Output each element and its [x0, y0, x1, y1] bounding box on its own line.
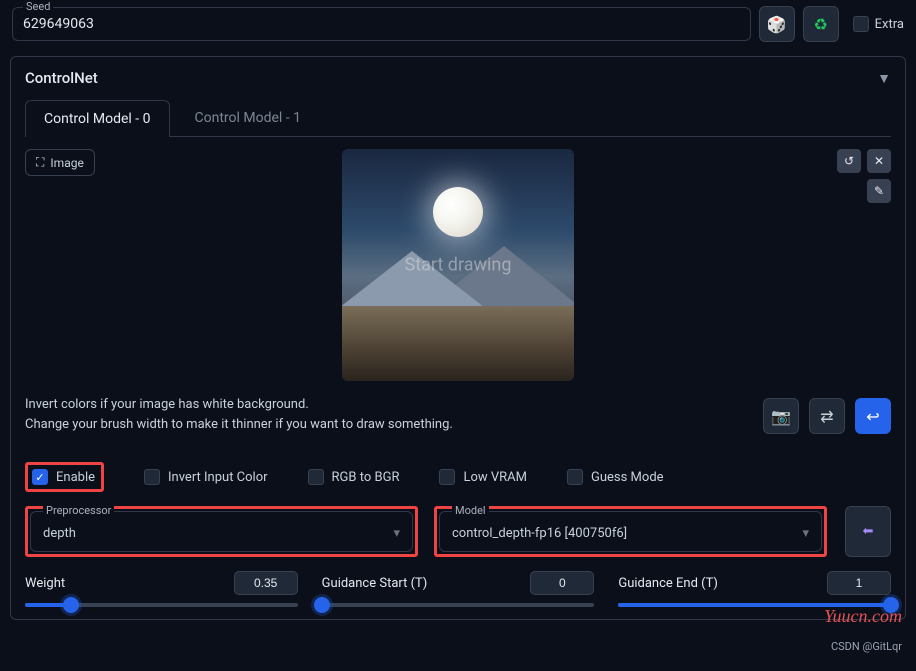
close-button[interactable]: ✕	[867, 149, 891, 173]
gend-label: Guidance End (T)	[618, 576, 718, 591]
action-buttons: 📷 ⇄ ↩	[763, 398, 891, 434]
checkbox-icon	[308, 469, 324, 485]
model-label: Model	[452, 504, 489, 517]
seed-row: Seed 629649063 🎲 ♻ Extra	[0, 0, 916, 48]
model-dropdown[interactable]: Model control_depth-fp16 [400750f6] ▾	[439, 511, 822, 552]
swap-button[interactable]: ⇄	[809, 398, 845, 434]
help-line-1: Invert colors if your image has white ba…	[25, 395, 453, 415]
preprocessor-group: Preprocessor depth ▾	[25, 506, 418, 557]
undo-icon: ↺	[844, 154, 854, 168]
guessmode-checkbox[interactable]: Guess Mode	[567, 469, 664, 485]
image-icon: ⛶	[36, 155, 44, 170]
model-group: Model control_depth-fp16 [400750f6] ▾	[434, 506, 827, 557]
canvas-hint: Start drawing	[405, 255, 512, 276]
chevron-down-icon: ▾	[802, 526, 809, 541]
panel-header[interactable]: ControlNet ▼	[25, 69, 891, 87]
image-preview[interactable]: Start drawing	[342, 149, 574, 381]
rgb-checkbox[interactable]: RGB to BGR	[308, 469, 400, 485]
vram-label: Low VRAM	[463, 470, 527, 485]
guess-label: Guess Mode	[591, 470, 664, 485]
watermark-red: Yuucn.com	[824, 606, 902, 627]
seed-label: Seed	[23, 0, 53, 13]
model-value: control_depth-fp16 [400750f6]	[452, 526, 627, 541]
sliders-row: Weight Guidance Start (T) Guidance End (…	[25, 571, 891, 607]
ground-graphic	[342, 306, 574, 381]
gend-input[interactable]	[827, 571, 891, 595]
check-icon: ✓	[32, 469, 48, 485]
gstart-slider[interactable]	[322, 603, 595, 607]
image-tab-label: Image	[50, 156, 83, 170]
recycle-button[interactable]: ♻	[803, 6, 839, 42]
checkbox-icon	[144, 469, 160, 485]
recycle-icon: ♻	[814, 15, 828, 34]
chevron-down-icon: ▾	[393, 526, 400, 541]
send-icon: ↩	[866, 407, 879, 426]
seed-value: 629649063	[23, 16, 740, 32]
extra-label: Extra	[875, 17, 904, 32]
rgb-label: RGB to BGR	[332, 470, 400, 485]
weight-slider[interactable]	[25, 603, 298, 607]
arrow-left-icon: ⬅	[863, 524, 874, 539]
seed-field[interactable]: Seed 629649063	[12, 7, 751, 41]
image-area: ⛶ Image Start drawing ↺ ✕ ✎	[25, 149, 891, 381]
enable-label: Enable	[56, 470, 95, 485]
image-tools: ↺ ✕ ✎	[837, 149, 891, 203]
guidance-start-slider-group: Guidance Start (T)	[322, 571, 595, 607]
gstart-input[interactable]	[530, 571, 594, 595]
dice-button[interactable]: 🎲	[759, 6, 795, 42]
image-tab-button[interactable]: ⛶ Image	[25, 149, 95, 176]
send-button[interactable]: ↩	[855, 398, 891, 434]
checks-row: ✓ Enable Invert Input Color RGB to BGR L…	[25, 462, 891, 492]
enable-checkbox[interactable]: ✓ Enable	[25, 462, 104, 492]
weight-input[interactable]	[234, 571, 298, 595]
lowvram-checkbox[interactable]: Low VRAM	[439, 469, 527, 485]
preprocessor-label: Preprocessor	[43, 504, 114, 517]
checkbox-icon	[439, 469, 455, 485]
help-text: Invert colors if your image has white ba…	[25, 395, 453, 434]
dropdown-row: Preprocessor depth ▾ Model control_depth…	[25, 506, 891, 557]
pen-icon: ✎	[874, 184, 884, 198]
tabs: Control Model - 0 Control Model - 1	[25, 99, 891, 137]
invert-checkbox[interactable]: Invert Input Color	[144, 469, 268, 485]
invert-label: Invert Input Color	[168, 470, 268, 485]
help-line-2: Change your brush width to make it thinn…	[25, 415, 453, 435]
extra-checkbox[interactable]: Extra	[853, 16, 904, 32]
checkbox-icon	[567, 469, 583, 485]
gstart-label: Guidance Start (T)	[322, 576, 428, 591]
dice-icon: 🎲	[767, 15, 787, 34]
controlnet-panel: ControlNet ▼ Control Model - 0 Control M…	[10, 56, 906, 620]
weight-slider-group: Weight	[25, 571, 298, 607]
webcam-button[interactable]: 📷	[763, 398, 799, 434]
tab-control-model-1[interactable]: Control Model - 1	[176, 99, 321, 136]
watermark-gray: CSDN @GitLqr	[831, 640, 902, 653]
panel-title: ControlNet	[25, 69, 98, 87]
undo-button[interactable]: ↺	[837, 149, 861, 173]
pen-button[interactable]: ✎	[867, 179, 891, 203]
checkbox-icon	[853, 16, 869, 32]
moon-graphic	[433, 187, 483, 237]
tab-control-model-0[interactable]: Control Model - 0	[25, 100, 170, 137]
swap-icon: ⇄	[820, 407, 833, 426]
caret-down-icon: ▼	[877, 70, 891, 87]
preprocessor-value: depth	[43, 526, 76, 541]
guidance-end-slider-group: Guidance End (T)	[618, 571, 891, 607]
weight-label: Weight	[25, 576, 65, 591]
webcam-icon: 📷	[771, 407, 791, 426]
close-icon: ✕	[874, 154, 884, 168]
preprocessor-dropdown[interactable]: Preprocessor depth ▾	[30, 511, 413, 552]
run-preprocess-button[interactable]: ⬅	[845, 506, 891, 557]
